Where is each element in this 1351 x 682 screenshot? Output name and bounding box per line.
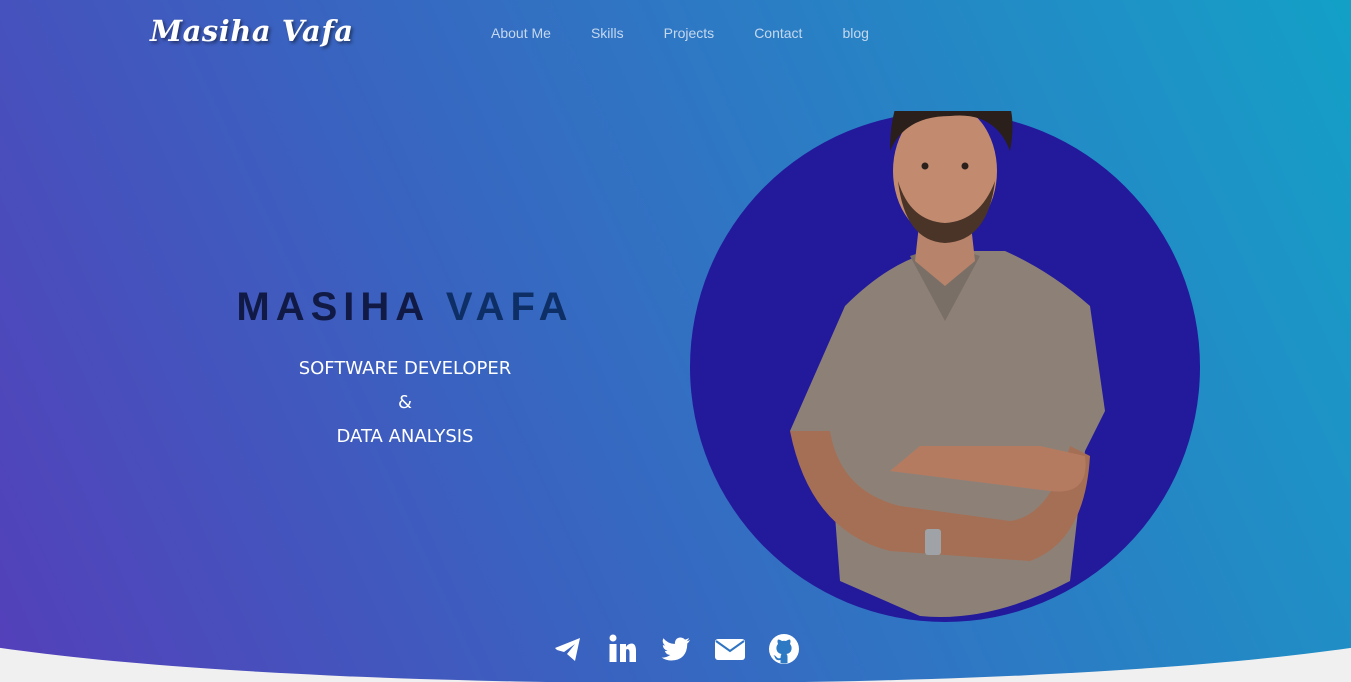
nav-blog[interactable]: blog: [842, 25, 868, 41]
telegram-icon[interactable]: [552, 633, 584, 665]
hero-section: Masiha Vafa About Me Skills Projects Con…: [0, 0, 1351, 682]
nav-skills[interactable]: Skills: [591, 25, 624, 41]
hero-name: MASIHA VAFA: [200, 285, 610, 330]
hero-role: SOFTWARE DEVELOPER & DATA ANALYSIS: [200, 352, 610, 454]
linkedin-icon[interactable]: [606, 633, 638, 665]
role-line-1: SOFTWARE DEVELOPER: [298, 358, 512, 379]
hero-last-name: VAFA: [445, 285, 574, 329]
role-line-3: DATA ANALYSIS: [336, 426, 474, 447]
social-links: [552, 633, 800, 665]
hero-text: MASIHA VAFA SOFTWARE DEVELOPER & DATA AN…: [200, 285, 610, 454]
twitter-icon[interactable]: [660, 633, 692, 665]
nav-contact[interactable]: Contact: [754, 25, 802, 41]
github-icon[interactable]: [768, 633, 800, 665]
nav-about-me[interactable]: About Me: [491, 25, 551, 41]
role-line-2: &: [397, 392, 413, 413]
main-nav: About Me Skills Projects Contact blog: [491, 25, 869, 41]
nav-projects[interactable]: Projects: [664, 25, 715, 41]
profile-photo: [690, 111, 1200, 622]
hero-first-name: MASIHA: [236, 285, 429, 329]
site-logo[interactable]: Masiha Vafa: [150, 14, 354, 48]
email-icon[interactable]: [714, 633, 746, 665]
